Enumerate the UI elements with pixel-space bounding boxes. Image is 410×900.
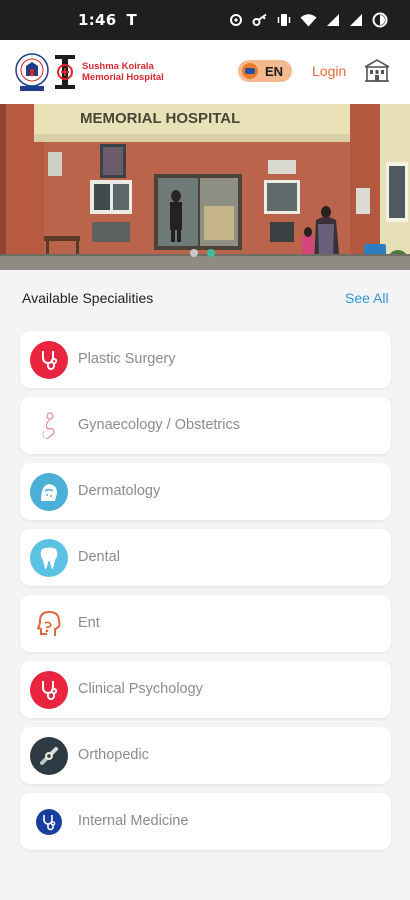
wifi-icon <box>300 14 317 27</box>
bone-joint-icon <box>30 737 68 775</box>
speciality-label: Clinical Psychology <box>78 681 203 697</box>
hospital-name: Sushma Koirala Memorial Hospital <box>82 61 164 83</box>
hospital-photo: MEMORIAL HOSPITAL <box>0 104 410 270</box>
signal-icon-2 <box>350 14 362 26</box>
speciality-label: Plastic Surgery <box>78 351 176 367</box>
status-bar: 1:46 T <box>0 0 410 40</box>
speciality-label: Dental <box>78 549 120 565</box>
speciality-card-orthopedic[interactable]: Orthopedic <box>20 727 391 784</box>
hospital-logo[interactable]: Sushma Koirala Memorial Hospital <box>14 51 190 93</box>
speciality-card-plastic-surgery[interactable]: Plastic Surgery <box>20 331 391 388</box>
hospital-name-line2: Memorial Hospital <box>82 72 164 83</box>
status-time: 1:46 <box>78 11 117 29</box>
speciality-label: Internal Medicine <box>78 813 189 829</box>
tooth-icon <box>30 539 68 577</box>
stethoscope-icon <box>30 671 68 709</box>
hospital-name-line1: Sushma Koirala <box>82 61 154 72</box>
hospital-mark-icon <box>55 55 75 89</box>
status-icons <box>229 12 388 28</box>
speciality-label: Orthopedic <box>78 747 149 763</box>
speciality-card-dental[interactable]: Dental <box>20 529 391 586</box>
ear-nose-throat-icon <box>30 605 68 643</box>
key-icon <box>252 13 267 26</box>
skin-icon <box>30 473 68 511</box>
hospital-building-icon[interactable] <box>364 59 390 83</box>
carousel-indicator <box>190 249 215 257</box>
vibrate-icon <box>277 14 291 26</box>
signal-icon <box>327 14 339 26</box>
flag-icon <box>242 63 258 79</box>
language-label: EN <box>265 63 284 79</box>
language-toggle-button[interactable]: EN <box>238 60 292 82</box>
speciality-card-clinical-psychology[interactable]: Clinical Psychology <box>20 661 391 718</box>
stethoscope-icon <box>30 341 68 379</box>
speciality-card-internal-medicine[interactable]: Internal Medicine <box>20 793 391 850</box>
speciality-label: Ent <box>78 615 100 631</box>
banner-carousel[interactable]: MEMORIAL HOSPITAL <box>0 104 410 270</box>
building-sign: MEMORIAL HOSPITAL <box>80 110 240 127</box>
data-saver-icon <box>230 14 242 26</box>
speciality-card-gynaecology[interactable]: Gynaecology / Obstetrics <box>20 397 391 454</box>
speciality-label: Dermatology <box>78 483 161 499</box>
stethoscope-icon <box>30 803 68 841</box>
app-header: Sushma Koirala Memorial Hospital EN Logi… <box>0 40 410 104</box>
speciality-card-dermatology[interactable]: Dermatology <box>20 463 391 520</box>
speciality-label: Gynaecology / Obstetrics <box>78 417 240 433</box>
login-link[interactable]: Login <box>312 63 346 79</box>
battery-icon <box>372 12 388 28</box>
pregnancy-icon <box>30 407 68 445</box>
section-title: Available Specialities <box>22 290 154 306</box>
carousel-dot-1[interactable] <box>190 249 198 257</box>
speciality-card-ent[interactable]: Ent <box>20 595 391 652</box>
see-all-link[interactable]: See All <box>345 290 389 306</box>
carrier-icon: T <box>126 11 137 29</box>
hospital-seal-icon <box>15 53 49 91</box>
carousel-dot-2-active[interactable] <box>207 249 215 257</box>
